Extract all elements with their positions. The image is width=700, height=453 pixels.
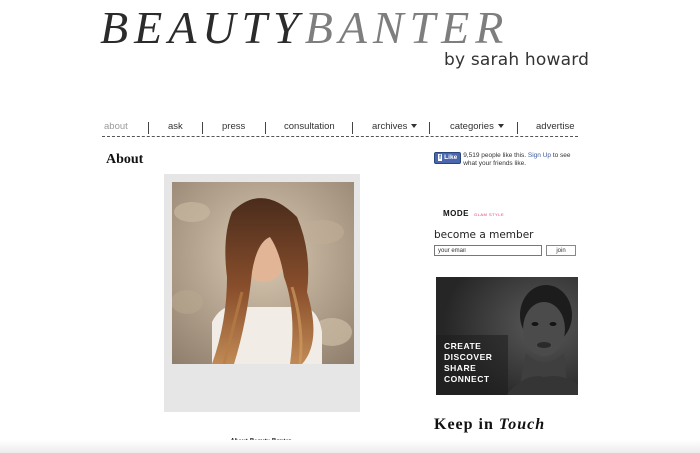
byline: by sarah howard [444, 50, 590, 70]
nav-item-press[interactable]: press [222, 121, 245, 132]
nav-item-advertise[interactable]: advertise [536, 121, 575, 132]
nav-item-archives[interactable]: archives [372, 121, 418, 132]
author-photo [172, 182, 354, 364]
facebook-like-button[interactable]: f Like [434, 152, 462, 164]
nav-separator [202, 122, 203, 134]
logo-word-banter: BANTER [304, 2, 510, 53]
email-field[interactable] [434, 245, 542, 256]
advertisement-banner[interactable]: CREATE DISCOVER SHARE CONNECT [436, 277, 578, 395]
page-title: About [106, 152, 144, 167]
main-nav: about ask press consultation archives ca… [102, 119, 578, 137]
nav-separator [148, 122, 149, 134]
nav-item-consultation[interactable]: consultation [284, 121, 335, 132]
ad-text: CREATE DISCOVER SHARE CONNECT [444, 341, 493, 384]
nav-separator [517, 122, 518, 134]
join-button[interactable]: join [546, 245, 576, 256]
nav-item-about[interactable]: about [104, 121, 128, 132]
nav-separator [352, 122, 353, 134]
nav-item-categories[interactable]: categories [450, 121, 504, 132]
keep-in-touch-heading: Keep in Touch [434, 416, 546, 433]
facebook-signup-link[interactable]: Sign Up [528, 152, 551, 159]
chevron-down-icon [497, 124, 504, 129]
become-member-heading: become a member [434, 229, 534, 241]
nav-separator [429, 122, 430, 134]
mode-subtitle: GLAM STYLE [474, 212, 505, 217]
nav-separator [265, 122, 266, 134]
mode-logo[interactable]: MODE [443, 209, 469, 218]
facebook-like-widget: f Like 9,519 people like this. Sign Up to … [434, 152, 584, 168]
nav-item-ask[interactable]: ask [168, 121, 183, 132]
page-bottom-fade [0, 440, 700, 453]
like-count: 9,519 people like this. [463, 152, 527, 159]
facebook-icon: f [438, 154, 443, 161]
chevron-down-icon [411, 124, 418, 129]
logo-word-beauty: BEAUTY [100, 2, 305, 53]
site-logo[interactable]: BEAUTYBANTER [100, 4, 570, 52]
